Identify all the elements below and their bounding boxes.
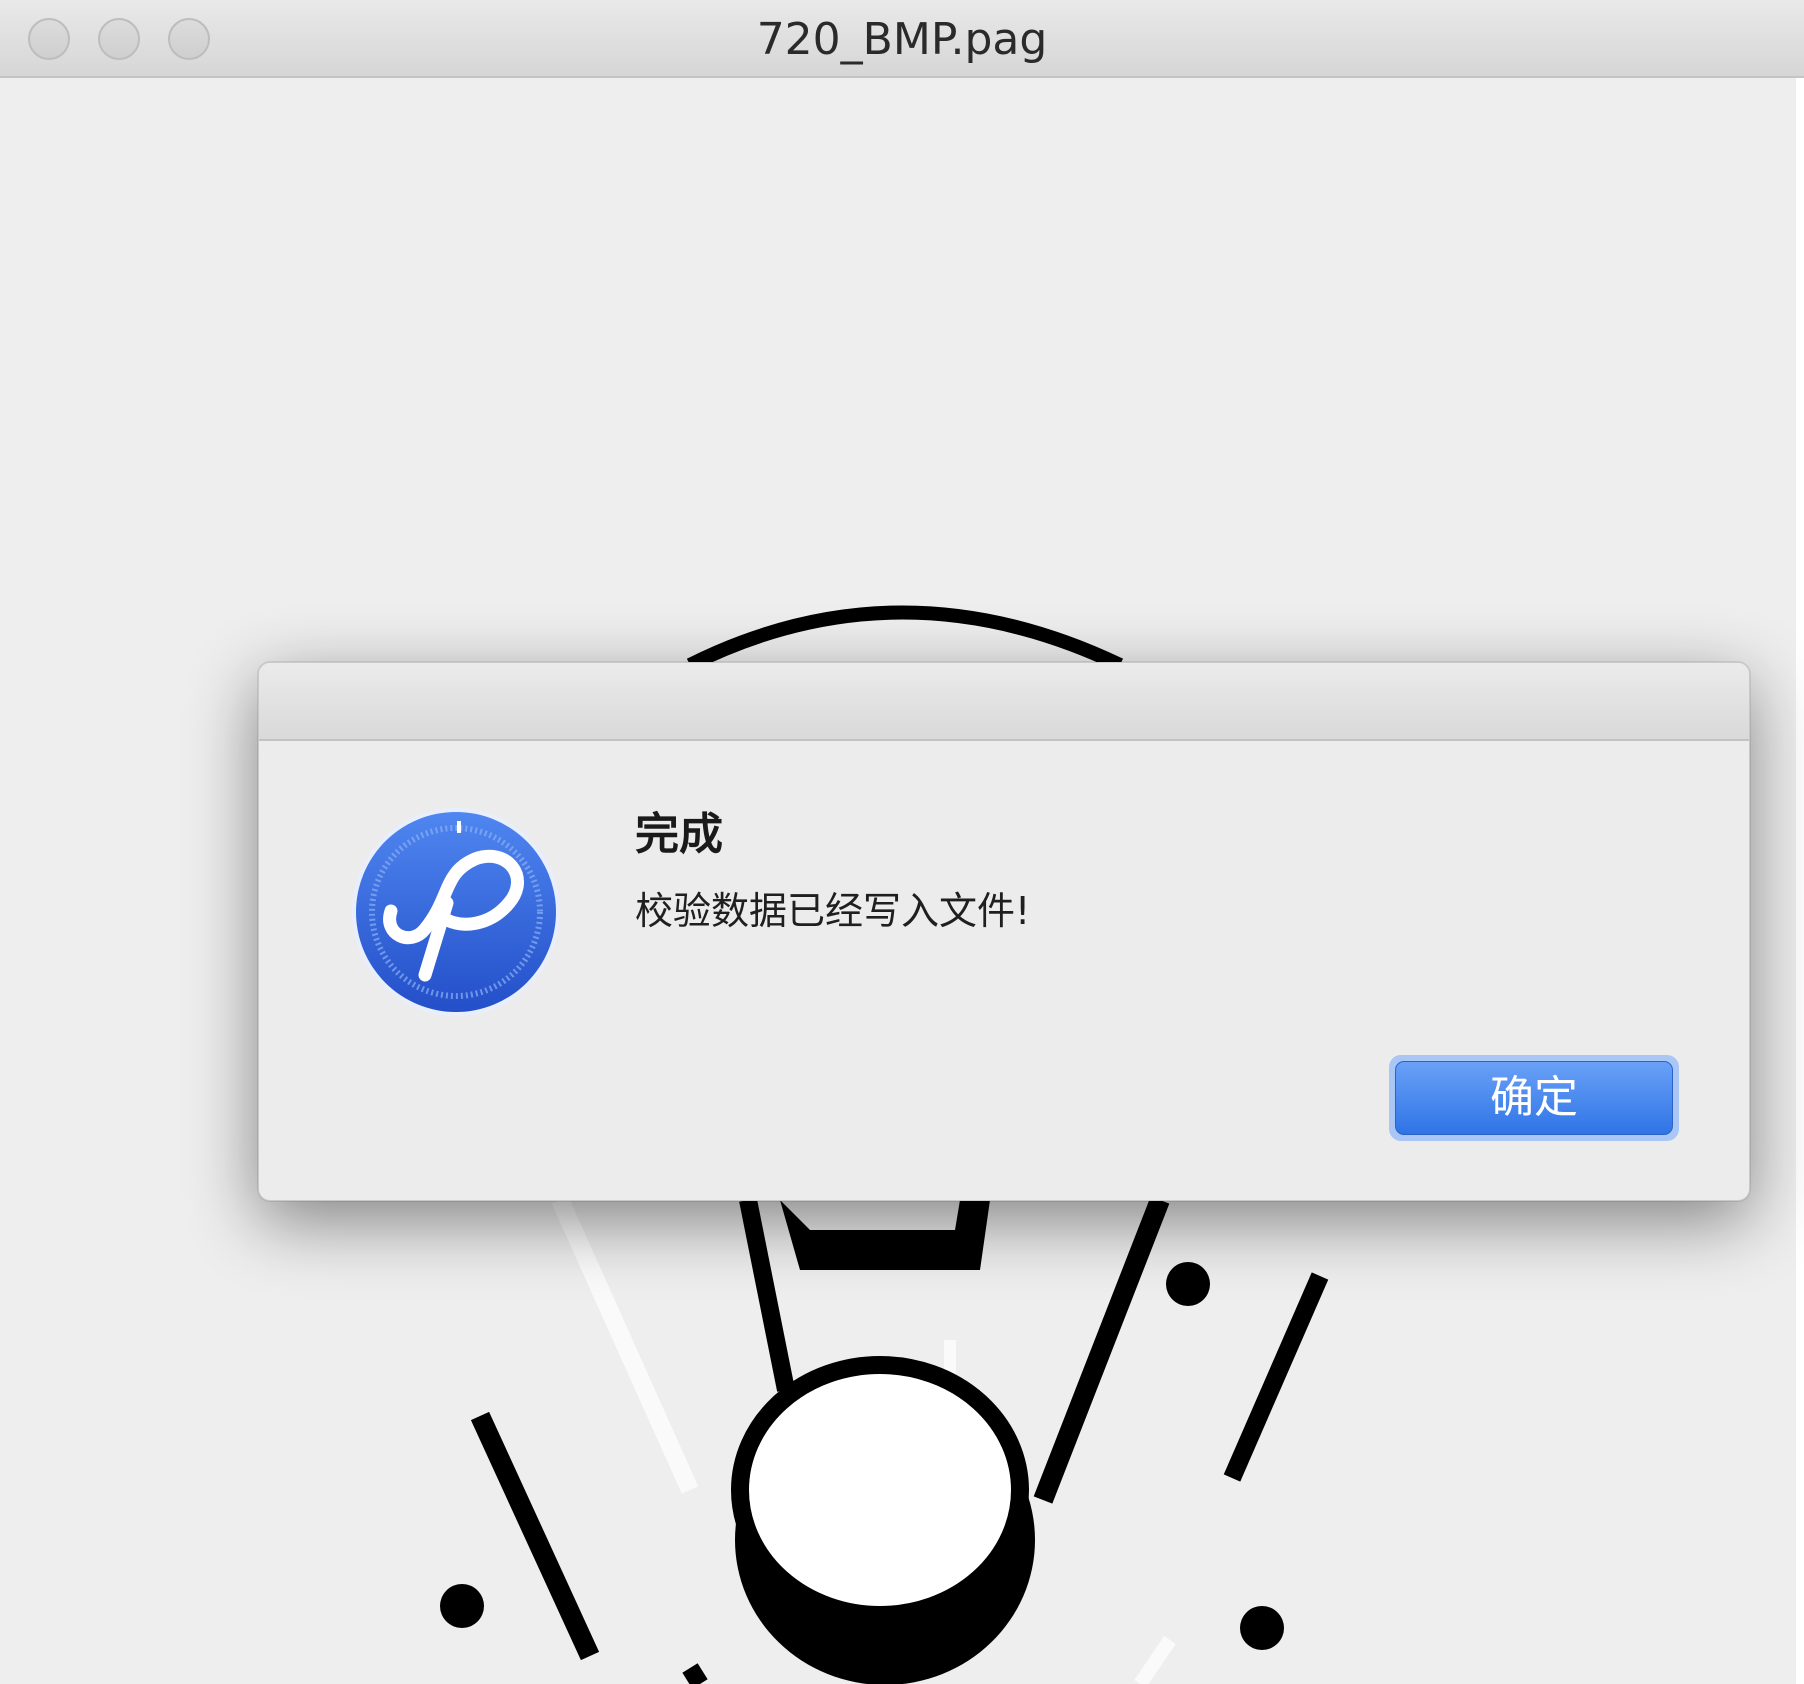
decor-line <box>1223 1272 1329 1482</box>
pag-viewer-app-icon <box>351 807 561 1017</box>
window-title: 720_BMP.pag <box>756 14 1048 65</box>
bulb-circle <box>731 1356 1029 1624</box>
light-ray <box>1134 1636 1176 1684</box>
ok-button[interactable]: 确定 <box>1389 1055 1679 1141</box>
bulb-right-wire <box>1033 1196 1170 1504</box>
alert-message: 校验数据已经写入文件! <box>635 889 1031 933</box>
light-ray <box>551 1196 699 1494</box>
bulb-top-arc <box>686 605 1124 672</box>
app-window: 720_BMP.pag 完成 校验数据已经写入文件! 确定 <box>0 0 1804 1684</box>
decor-dot <box>440 1584 484 1628</box>
ok-button-label: 确定 <box>1395 1061 1673 1135</box>
bulb-left-wire <box>739 1198 795 1392</box>
decor-line <box>682 1663 708 1684</box>
alert-title: 完成 <box>635 809 723 860</box>
window-titlebar: 720_BMP.pag <box>0 0 1804 78</box>
dialog-titlebar <box>259 663 1749 741</box>
decor-dot <box>1240 1606 1284 1650</box>
decor-dot <box>1166 1262 1210 1306</box>
decor-line <box>470 1411 600 1661</box>
bulb-neck <box>780 1200 990 1270</box>
alert-dialog: 完成 校验数据已经写入文件! 确定 <box>258 662 1750 1201</box>
window-edge <box>1796 78 1804 1684</box>
